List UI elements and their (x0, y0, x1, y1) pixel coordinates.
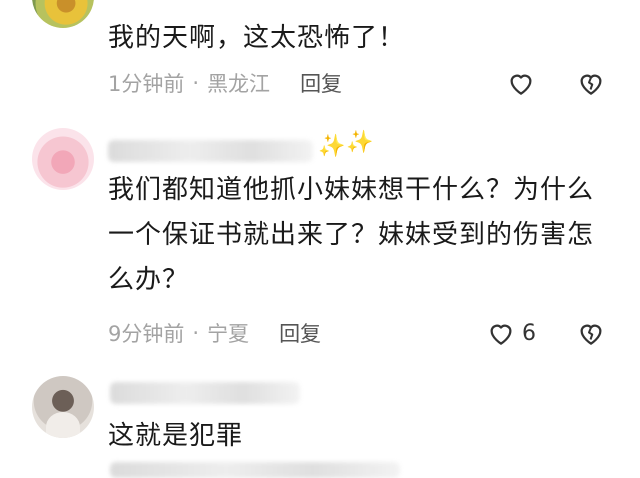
reply-button[interactable]: 回复 (279, 318, 321, 348)
blurred-username (108, 140, 313, 162)
broken-heart-icon (580, 74, 602, 95)
reply-button[interactable]: 回复 (300, 68, 342, 98)
meta-separator: · (192, 71, 200, 95)
comment-text: 我的天啊，这太恐怖了！ (108, 23, 406, 53)
like-button[interactable]: 6 (486, 318, 536, 348)
comment-time: 9分钟前 (108, 322, 185, 346)
dislike-button[interactable] (576, 318, 606, 348)
comment-location: 黑龙江 (207, 72, 271, 96)
comment-text: 我们都知道他抓小妹妹想干什么？为什么一个保证书就出来了？妹妹受到的伤害怎么办？ (108, 175, 595, 295)
broken-heart-icon (580, 324, 602, 345)
sparkle-icon: ✨ (318, 134, 346, 159)
like-count: 6 (522, 320, 536, 346)
sparkle-icon: ✨ (346, 130, 374, 155)
comment-text: 这就是犯罪 (108, 421, 244, 451)
like-button[interactable] (506, 68, 536, 98)
comment-location: 宁夏 (207, 322, 250, 346)
avatar[interactable] (32, 128, 94, 190)
comment-meta: 1分钟前 · 黑龙江 回复 (108, 68, 342, 98)
blurred-meta (110, 462, 400, 478)
heart-outline-icon (510, 74, 532, 95)
meta-separator: · (192, 321, 200, 345)
heart-outline-icon (490, 324, 512, 345)
dislike-button[interactable] (576, 68, 606, 98)
avatar[interactable] (32, 376, 94, 438)
comment-time: 1分钟前 (108, 72, 185, 96)
comment-meta: 9分钟前 · 宁夏 回复 (108, 318, 321, 348)
blurred-username (110, 382, 300, 404)
avatar[interactable] (32, 0, 94, 28)
